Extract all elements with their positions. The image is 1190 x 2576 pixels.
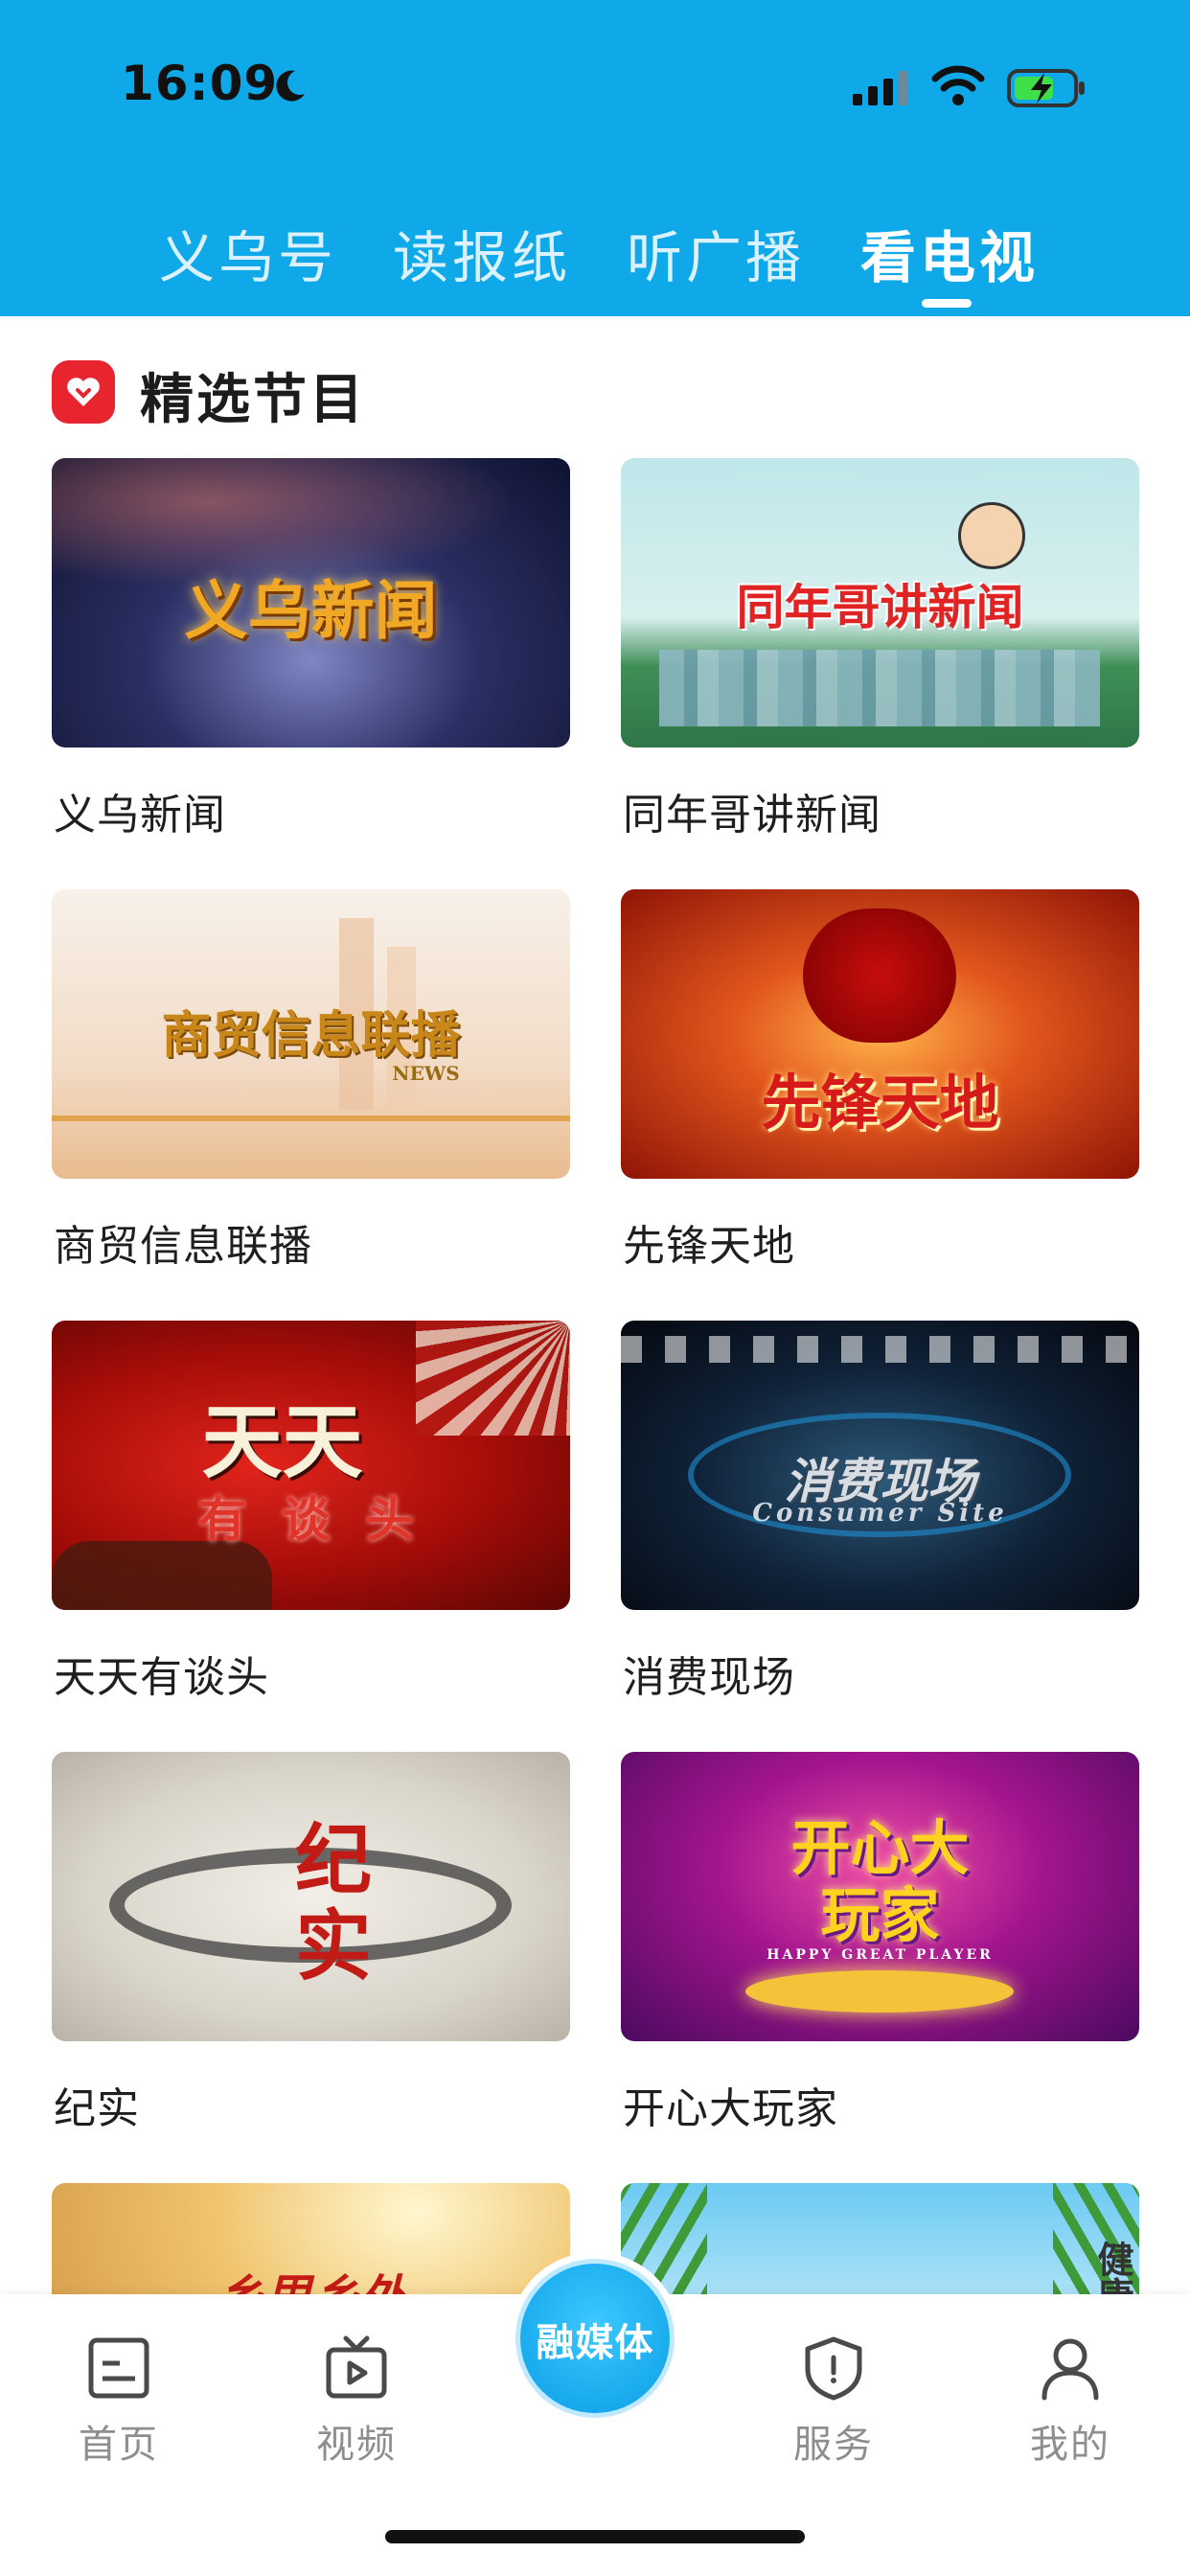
thumb-title: 义乌新闻 <box>184 573 438 648</box>
program-thumbnail: 先锋天地 <box>621 889 1139 1179</box>
thumb-title: 商贸信息联播 <box>161 1006 461 1065</box>
user-icon <box>1041 2338 1099 2401</box>
section-title: 精选节目 <box>140 369 366 431</box>
active-tab-indicator <box>922 299 972 308</box>
program-card[interactable]: 开心大玩家 HAPPY GREAT PLAYER 开心大玩家 <box>621 1752 1139 2133</box>
program-card[interactable]: 义乌新闻 义乌新闻 <box>52 458 570 840</box>
program-thumbnail: 义乌新闻 <box>52 458 570 748</box>
signal-icon <box>853 71 908 105</box>
tab-yiwuhao[interactable]: 义乌号 <box>159 213 337 293</box>
program-card[interactable]: 先锋天地 先锋天地 <box>621 889 1139 1271</box>
wifi-icon <box>931 65 985 105</box>
program-label: 消费现场 <box>623 1653 795 1702</box>
nav-label: 视频 <box>316 2423 397 2467</box>
nav-home[interactable]: 首页 <box>42 2334 195 2469</box>
program-thumbnail: 同年哥讲新闻 <box>621 458 1139 748</box>
thumb-title: 开心大玩家 <box>790 1813 970 1950</box>
heart-icon <box>52 360 115 424</box>
tab-newspaper[interactable]: 读报纸 <box>393 213 571 293</box>
thumb-title: 同年哥讲新闻 <box>736 579 1024 635</box>
program-card[interactable]: 商贸信息联播 NEWS 商贸信息联播 <box>52 889 570 1271</box>
program-label: 义乌新闻 <box>54 791 226 840</box>
nav-services[interactable]: 服务 <box>757 2334 910 2469</box>
program-card[interactable]: 纪实 纪实 <box>52 1752 570 2133</box>
program-label: 纪实 <box>54 2084 140 2133</box>
thumb-title: 先锋天地 <box>761 1068 999 1138</box>
program-thumbnail: 消费现场 Consumer Site <box>621 1321 1139 1610</box>
battery-charging-icon <box>1007 69 1085 107</box>
thumb-subtitle: HAPPY GREAT PLAYER <box>767 1947 994 1963</box>
thumb-title: 天天 <box>201 1394 363 1489</box>
program-label: 先锋天地 <box>623 1222 795 1271</box>
nav-label: 首页 <box>79 2423 159 2467</box>
status-time: 16:09 <box>121 56 279 111</box>
moon-icon <box>276 70 305 102</box>
program-card[interactable]: 同年哥讲新闻 同年哥讲新闻 <box>621 458 1139 840</box>
thumb-subtitle: NEWS <box>392 1062 460 1085</box>
thumb-subtitle: Consumer Site <box>752 1499 1008 1528</box>
nav-video[interactable]: 视频 <box>280 2334 433 2469</box>
channel-tabs: 义乌号 读报纸 听广播 看电视 <box>0 213 1190 290</box>
program-label: 开心大玩家 <box>623 2084 838 2133</box>
home-indicator[interactable] <box>385 2530 805 2543</box>
rongmeiti-button-wrap: 融媒体 <box>509 2252 681 2425</box>
program-thumbnail: 纪实 <box>52 1752 570 2041</box>
news-icon <box>88 2337 149 2399</box>
thumb-title: 纪实 <box>283 1819 373 1991</box>
shield-icon <box>805 2336 862 2401</box>
program-card[interactable]: 消费现场 Consumer Site 消费现场 <box>621 1321 1139 1702</box>
program-label: 商贸信息联播 <box>54 1222 312 1271</box>
tv-icon <box>326 2335 387 2399</box>
program-card[interactable]: 天天 有 谈 头 天天有谈头 <box>52 1321 570 1702</box>
thumb-subtitle: 有 谈 头 <box>198 1491 423 1548</box>
program-label: 同年哥讲新闻 <box>623 791 881 840</box>
top-header: 16:09 义乌号 读报纸 听广播 看电视 <box>0 0 1190 316</box>
program-thumbnail: 天天 有 谈 头 <box>52 1321 570 1610</box>
tab-tv[interactable]: 看电视 <box>860 213 1039 293</box>
nav-label: 服务 <box>793 2423 874 2467</box>
tab-radio[interactable]: 听广播 <box>627 213 805 293</box>
rongmeiti-label: 融媒体 <box>536 2321 654 2365</box>
program-thumbnail: 开心大玩家 HAPPY GREAT PLAYER <box>621 1752 1139 2041</box>
nav-profile[interactable]: 我的 <box>994 2334 1147 2469</box>
program-thumbnail: 商贸信息联播 NEWS <box>52 889 570 1179</box>
nav-label: 我的 <box>1030 2423 1110 2467</box>
program-label: 天天有谈头 <box>54 1653 269 1702</box>
rongmeiti-button[interactable]: 融媒体 <box>520 2264 670 2413</box>
